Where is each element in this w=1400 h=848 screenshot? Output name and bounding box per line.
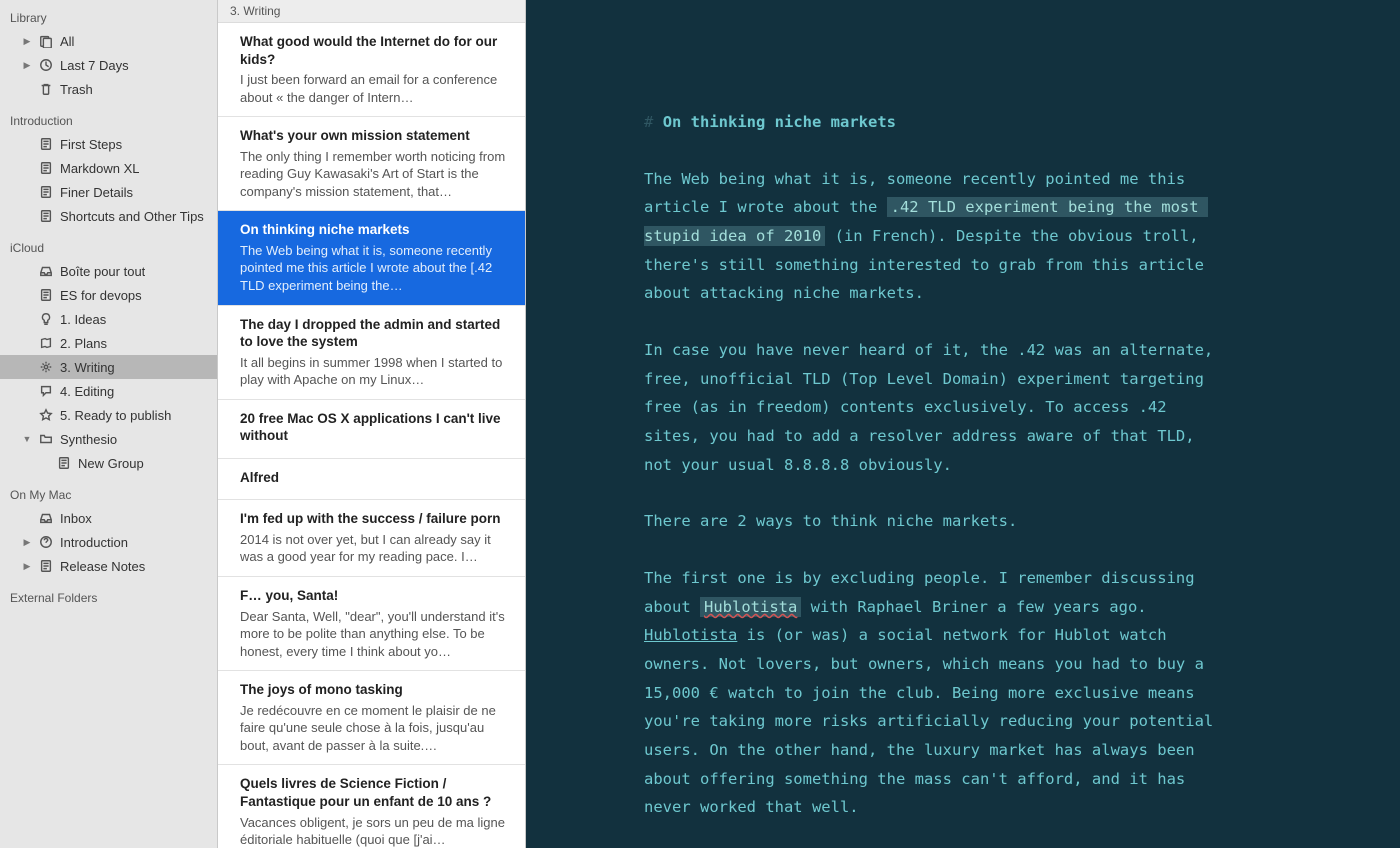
folder-icon xyxy=(38,431,54,447)
note-title: The joys of mono tasking xyxy=(240,681,511,699)
note-title: 20 free Mac OS X applications I can't li… xyxy=(240,410,511,445)
sidebar-section-library: Library xyxy=(0,6,217,29)
editor-paragraph: The Web being what it is, someone recent… xyxy=(644,165,1224,308)
sidebar-item-first-steps[interactable]: First Steps xyxy=(0,132,217,156)
editor-paragraph: There are 2 ways to think niche markets. xyxy=(644,507,1224,536)
inbox-icon xyxy=(38,510,54,526)
sidebar-section-introduction: Introduction xyxy=(0,109,217,132)
note-item[interactable]: On thinking niche markets The Web being w… xyxy=(218,211,525,305)
note-item[interactable]: 20 free Mac OS X applications I can't li… xyxy=(218,400,525,459)
map-icon xyxy=(38,335,54,351)
editor-spellerror: Hublotista xyxy=(644,626,737,644)
help-icon xyxy=(38,534,54,550)
note-preview: The Web being what it is, someone recent… xyxy=(240,242,511,295)
editor-paragraph: The first one is by excluding people. I … xyxy=(644,564,1224,822)
chevron-right-icon: ▶ xyxy=(22,561,32,572)
chevron-right-icon: ▶ xyxy=(22,36,32,47)
sidebar-item-last7[interactable]: ▶ Last 7 Days xyxy=(0,53,217,77)
sidebar-item-inbox[interactable]: Inbox xyxy=(0,506,217,530)
sidebar-item-ready[interactable]: 5. Ready to publish xyxy=(0,403,217,427)
note-title: I'm fed up with the success / failure po… xyxy=(240,510,511,528)
sheet-icon xyxy=(38,287,54,303)
note-title: What good would the Internet do for our … xyxy=(240,33,511,68)
note-item[interactable]: Alfred xyxy=(218,459,525,501)
note-item[interactable]: The joys of mono tasking Je redécouvre en… xyxy=(218,671,525,765)
sheet-icon xyxy=(38,208,54,224)
note-preview: I just been forward an email for a confe… xyxy=(240,71,511,106)
note-item[interactable]: I'm fed up with the success / failure po… xyxy=(218,500,525,577)
sidebar-item-release[interactable]: ▶ Release Notes xyxy=(0,554,217,578)
note-item[interactable]: Quels livres de Science Fiction / Fantas… xyxy=(218,765,525,848)
sidebar-item-introduction2[interactable]: ▶ Introduction xyxy=(0,530,217,554)
sidebar-item-writing[interactable]: 3. Writing xyxy=(0,355,217,379)
sidebar-section-mac: On My Mac xyxy=(0,483,217,506)
lightbulb-icon xyxy=(38,311,54,327)
note-title: F… you, Santa! xyxy=(240,587,511,605)
sheet-icon xyxy=(38,136,54,152)
sheet-icon xyxy=(38,558,54,574)
note-item[interactable]: What's your own mission statement The onl… xyxy=(218,117,525,211)
note-list-header: 3. Writing xyxy=(218,0,525,23)
editor-panel[interactable]: # On thinking niche markets The Web bein… xyxy=(526,0,1400,848)
sidebar-item-synthesio[interactable]: ▼ Synthesio xyxy=(0,427,217,451)
sidebar: Library ▶ All ▶ Last 7 Days Trash Introd… xyxy=(0,0,218,848)
sidebar-item-all[interactable]: ▶ All xyxy=(0,29,217,53)
sheet-icon xyxy=(38,160,54,176)
gear-icon xyxy=(38,359,54,375)
sidebar-section-icloud: iCloud xyxy=(0,236,217,259)
chevron-right-icon: ▶ xyxy=(22,537,32,548)
sidebar-item-boite[interactable]: Boîte pour tout xyxy=(0,259,217,283)
note-item[interactable]: The day I dropped the admin and started … xyxy=(218,306,525,400)
editor-heading: # On thinking niche markets xyxy=(644,108,1224,137)
note-title: Quels livres de Science Fiction / Fantas… xyxy=(240,775,511,810)
tray-icon xyxy=(38,33,54,49)
sidebar-item-shortcuts[interactable]: Shortcuts and Other Tips xyxy=(0,204,217,228)
note-list-column: 3. Writing What good would the Internet … xyxy=(218,0,526,848)
note-title: The day I dropped the admin and started … xyxy=(240,316,511,351)
note-preview: Je redécouvre en ce moment le plaisir de… xyxy=(240,702,511,755)
chevron-right-icon: ▶ xyxy=(22,60,32,71)
sidebar-item-trash[interactable]: Trash xyxy=(0,77,217,101)
inbox-icon xyxy=(38,263,54,279)
editor-paragraph: In case you have never heard of it, the … xyxy=(644,336,1224,479)
sidebar-section-external: External Folders xyxy=(0,586,217,609)
sidebar-item-finer-details[interactable]: Finer Details xyxy=(0,180,217,204)
note-preview: It all begins in summer 1998 when I star… xyxy=(240,354,511,389)
note-list-body[interactable]: What good would the Internet do for our … xyxy=(218,23,525,848)
sidebar-item-esdev[interactable]: ES for devops xyxy=(0,283,217,307)
note-item[interactable]: F… you, Santa! Dear Santa, Well, "dear", … xyxy=(218,577,525,671)
sidebar-item-ideas[interactable]: 1. Ideas xyxy=(0,307,217,331)
editor-highlight-spellerror: Hublotista xyxy=(700,597,801,617)
note-title: On thinking niche markets xyxy=(240,221,511,239)
note-preview: Dear Santa, Well, "dear", you'll underst… xyxy=(240,608,511,661)
chat-icon xyxy=(38,383,54,399)
sheet-icon xyxy=(56,455,72,471)
trash-icon xyxy=(38,81,54,97)
clock-icon xyxy=(38,57,54,73)
sidebar-item-plans[interactable]: 2. Plans xyxy=(0,331,217,355)
note-preview: Vacances obligent, je sors un peu de ma … xyxy=(240,814,511,848)
note-title: Alfred xyxy=(240,469,511,487)
note-preview: 2014 is not over yet, but I can already … xyxy=(240,531,511,566)
note-item[interactable]: What good would the Internet do for our … xyxy=(218,23,525,117)
sidebar-item-label: Last 7 Days xyxy=(60,58,129,73)
note-title: What's your own mission statement xyxy=(240,127,511,145)
sidebar-item-newgroup[interactable]: New Group xyxy=(0,451,217,475)
star-icon xyxy=(38,407,54,423)
note-preview: The only thing I remember worth noticing… xyxy=(240,148,511,201)
sheet-icon xyxy=(38,184,54,200)
sidebar-item-editing[interactable]: 4. Editing xyxy=(0,379,217,403)
sidebar-item-label: All xyxy=(60,34,74,49)
sidebar-item-label: Trash xyxy=(60,82,93,97)
sidebar-item-markdown-xl[interactable]: Markdown XL xyxy=(0,156,217,180)
chevron-down-icon: ▼ xyxy=(22,434,32,444)
